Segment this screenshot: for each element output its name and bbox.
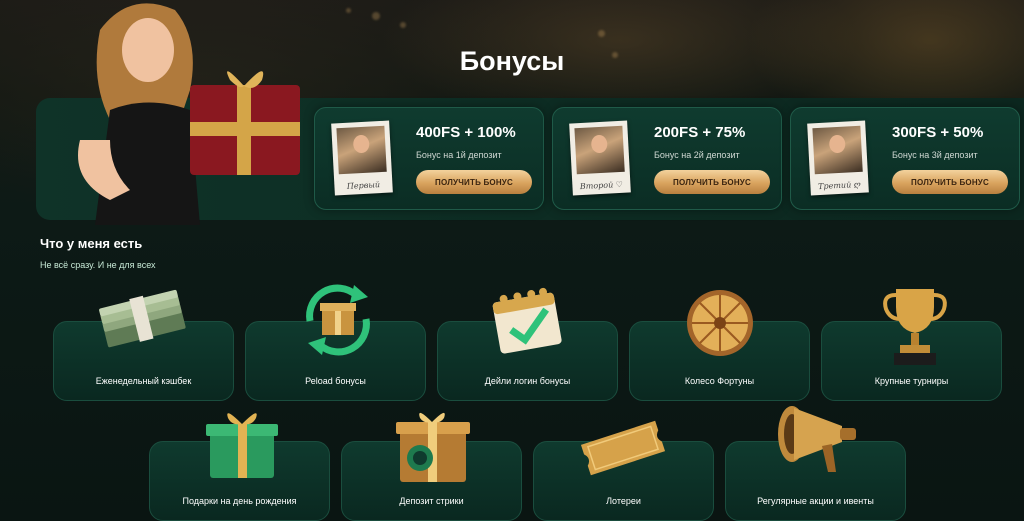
get-bonus-button[interactable]: ПОЛУЧИТЬ БОНУС — [416, 170, 532, 194]
offer-description: Бонус на 2й депозит — [654, 150, 740, 160]
offer-amount: 400FS + 100% — [416, 124, 516, 141]
section-subtitle: Не всё сразу. И не для всех — [40, 260, 156, 270]
feature-label: Реload бонусы — [305, 376, 366, 386]
trophy-icon — [883, 289, 947, 365]
calendar-check-icon — [492, 287, 562, 354]
bokeh-light — [598, 30, 605, 37]
bokeh-light — [400, 22, 406, 28]
offer-description: Бонус на 3й депозит — [892, 150, 978, 160]
megaphone-icon — [778, 406, 856, 472]
feature-label: Еженедельный кэшбек — [95, 376, 192, 386]
feature-label: Регулярные акции и ивенты — [757, 496, 874, 506]
fortune-wheel-icon — [687, 290, 753, 356]
polaroid-photo: Первый — [331, 120, 393, 196]
gift-box-icon — [206, 413, 278, 478]
feature-label: Крупные турниры — [874, 376, 949, 386]
offer-card-first: Первый 400FS + 100% Бонус на 1й депозит … — [314, 107, 544, 210]
feature-label: Депозит стрики — [399, 496, 464, 506]
gift-reload-icon — [306, 284, 370, 356]
feature-label: Дейли логин бонусы — [484, 376, 571, 386]
hero-girl-image — [78, 3, 300, 225]
polaroid-caption: Третий ღ — [817, 179, 861, 192]
section-title: Что у меня есть — [40, 236, 143, 251]
offer-card-second: Второй ♡ 200FS + 75% Бонус на 2й депозит… — [552, 107, 782, 210]
offer-card-third: Третий ღ 300FS + 50% Бонус на 3й депозит… — [790, 107, 1020, 210]
offer-amount: 200FS + 75% — [654, 124, 746, 141]
polaroid-caption: Второй ♡ — [579, 179, 624, 192]
get-bonus-button[interactable]: ПОЛУЧИТЬ БОНУС — [654, 170, 770, 194]
get-bonus-button[interactable]: ПОЛУЧИТЬ БОНУС — [892, 170, 1008, 194]
page-title: Бонусы — [459, 46, 565, 76]
feature-label: Лотереи — [606, 496, 641, 506]
deposit-gift-icon — [396, 412, 470, 482]
polaroid-caption: Первый — [346, 180, 381, 191]
bokeh-light — [346, 8, 351, 13]
money-stack-icon — [99, 289, 186, 348]
feature-label: Колесо Фортуны — [684, 376, 755, 386]
feature-label: Подарки на день рождения — [182, 496, 297, 506]
offer-amount: 300FS + 50% — [892, 124, 984, 141]
ticket-icon — [580, 420, 666, 476]
bokeh-light — [372, 12, 380, 20]
polaroid-photo: Третий ღ — [807, 120, 869, 196]
offer-description: Бонус на 1й депозит — [416, 150, 502, 160]
polaroid-photo: Второй ♡ — [569, 120, 631, 196]
